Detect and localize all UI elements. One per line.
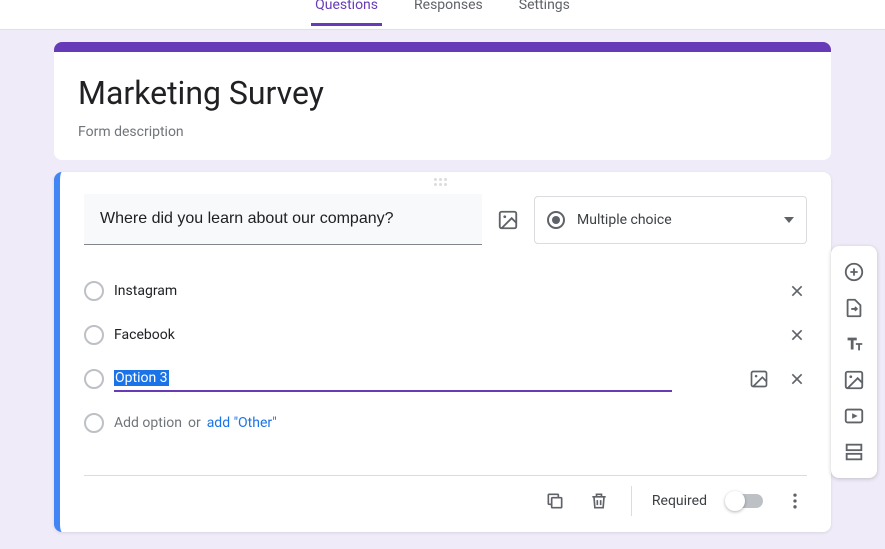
delete-button[interactable]	[587, 489, 611, 513]
tab-questions[interactable]: Questions	[311, 0, 382, 26]
question-type-label: Multiple choice	[577, 212, 784, 228]
side-toolbar	[831, 246, 877, 478]
form-canvas: Marketing Survey Form description Multip…	[0, 30, 885, 532]
more-options-button[interactable]	[783, 489, 807, 513]
radio-empty-icon	[84, 413, 104, 433]
option-input-editing[interactable]: Option 3	[114, 366, 672, 392]
trash-icon	[589, 491, 609, 511]
close-icon	[789, 283, 805, 299]
question-footer: Required	[84, 475, 807, 526]
plus-circle-icon	[843, 261, 865, 283]
remove-option-button[interactable]	[787, 325, 807, 345]
add-other-link[interactable]: add "Other"	[207, 415, 277, 431]
add-image-to-option-button[interactable]	[749, 369, 769, 389]
section-icon	[843, 441, 865, 463]
option-row: Option 3	[84, 357, 807, 401]
image-icon	[843, 369, 865, 391]
required-toggle[interactable]	[727, 494, 763, 508]
import-icon	[843, 297, 865, 319]
form-description[interactable]: Form description	[78, 124, 807, 140]
import-questions-button[interactable]	[836, 290, 872, 326]
chevron-down-icon	[784, 217, 794, 223]
close-icon	[789, 371, 805, 387]
option-row: Facebook	[84, 313, 807, 357]
image-icon	[497, 209, 519, 231]
options-list: Instagram Facebook Option 3	[84, 269, 807, 445]
radio-empty-icon	[84, 325, 104, 345]
image-icon	[749, 369, 769, 389]
copy-icon	[545, 491, 565, 511]
add-option-link[interactable]: Add option	[114, 415, 182, 431]
tab-responses[interactable]: Responses	[410, 0, 487, 26]
text-icon	[843, 333, 865, 355]
option-row: Instagram	[84, 269, 807, 313]
or-text: or	[188, 415, 201, 431]
question-text-input[interactable]	[84, 194, 482, 245]
add-title-button[interactable]	[836, 326, 872, 362]
add-section-button[interactable]	[836, 434, 872, 470]
add-question-button[interactable]	[836, 254, 872, 290]
remove-option-button[interactable]	[787, 281, 807, 301]
form-title[interactable]: Marketing Survey	[78, 74, 807, 112]
drag-handle-icon[interactable]	[434, 178, 458, 188]
form-header-card[interactable]: Marketing Survey Form description	[54, 42, 831, 160]
duplicate-button[interactable]	[543, 489, 567, 513]
option-label[interactable]: Instagram	[114, 279, 787, 303]
add-image-button[interactable]	[836, 362, 872, 398]
add-option-row: Add option or add "Other"	[84, 401, 807, 445]
form-tabs: Questions Responses Settings	[0, 0, 885, 30]
question-card: Multiple choice Instagram Facebook	[54, 172, 831, 532]
radio-empty-icon	[84, 369, 104, 389]
remove-option-button[interactable]	[787, 369, 807, 389]
question-header-row: Multiple choice	[84, 194, 807, 245]
question-type-select[interactable]: Multiple choice	[534, 196, 807, 244]
required-label: Required	[652, 493, 707, 509]
radio-empty-icon	[84, 281, 104, 301]
video-icon	[843, 405, 865, 427]
add-image-to-question-button[interactable]	[496, 208, 520, 232]
close-icon	[789, 327, 805, 343]
tab-settings[interactable]: Settings	[515, 0, 574, 26]
add-video-button[interactable]	[836, 398, 872, 434]
radio-icon	[547, 211, 565, 229]
option-label[interactable]: Facebook	[114, 323, 787, 347]
more-vertical-icon	[785, 491, 805, 511]
divider	[631, 486, 632, 516]
